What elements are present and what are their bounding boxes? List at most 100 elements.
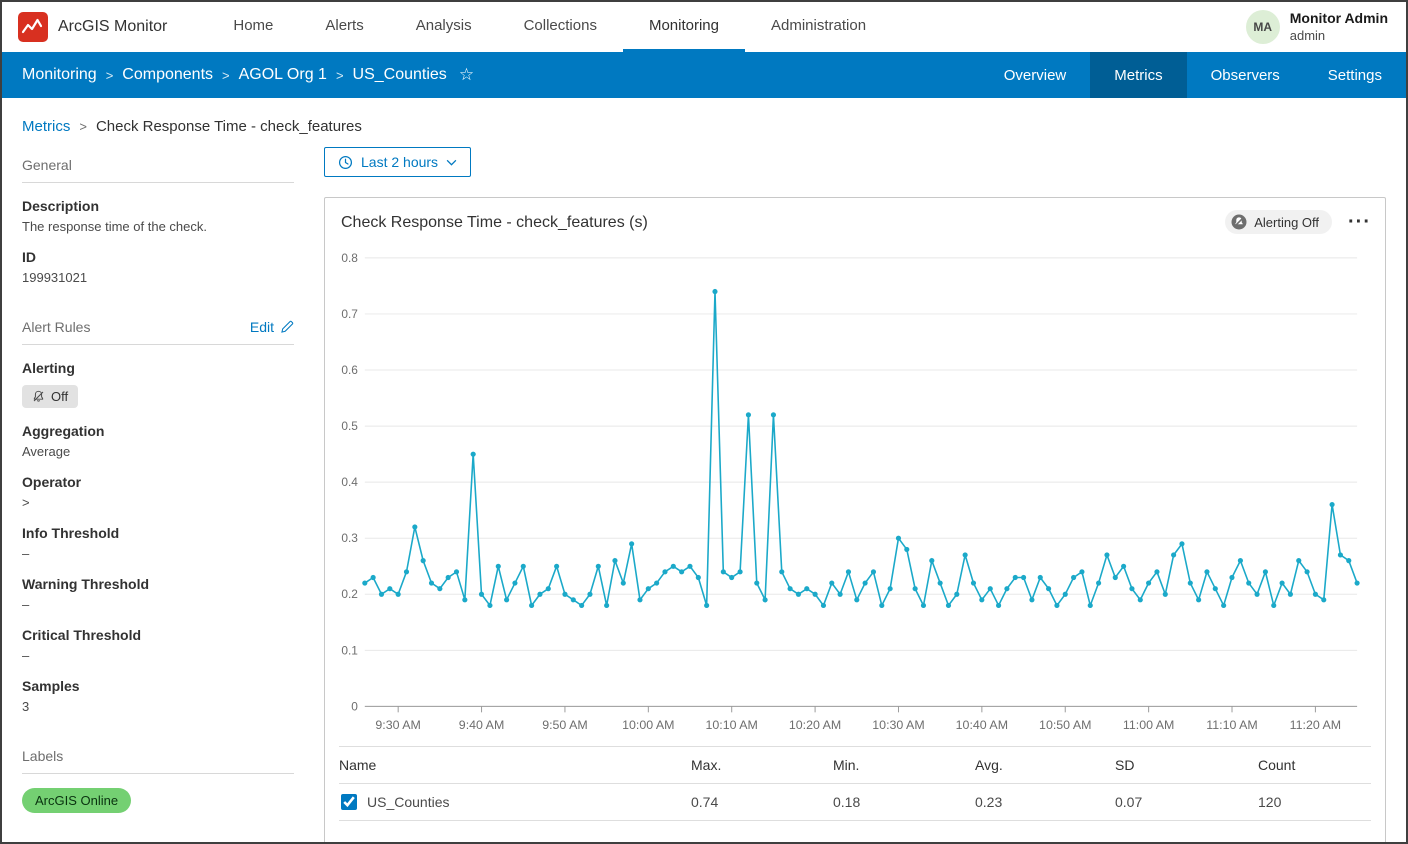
column-max: Max.	[691, 757, 833, 773]
row-max: 0.74	[691, 794, 833, 810]
svg-text:11:20 AM: 11:20 AM	[1290, 718, 1341, 732]
tab-metrics[interactable]: Metrics	[1090, 52, 1186, 98]
svg-text:0: 0	[351, 699, 358, 713]
row-min: 0.18	[833, 794, 975, 810]
svg-text:10:30 AM: 10:30 AM	[872, 718, 924, 732]
row-name: US_Counties	[367, 794, 450, 810]
tab-observers[interactable]: Observers	[1187, 52, 1304, 98]
favorite-star-icon[interactable]: ☆	[459, 65, 474, 85]
nav-item-home[interactable]: Home	[207, 2, 299, 52]
samples-label: Samples	[22, 678, 294, 694]
warning-threshold-label: Warning Threshold	[22, 576, 294, 592]
operator-label: Operator	[22, 474, 294, 490]
row-sd: 0.07	[1115, 794, 1258, 810]
tab-settings[interactable]: Settings	[1304, 52, 1406, 98]
bell-off-circle-icon	[1231, 214, 1247, 230]
svg-text:10:40 AM: 10:40 AM	[956, 718, 1008, 732]
critical-threshold-label: Critical Threshold	[22, 627, 294, 643]
nav-item-monitoring[interactable]: Monitoring	[623, 2, 745, 52]
edit-alert-rules-link[interactable]: Edit	[250, 319, 294, 335]
id-label: ID	[22, 249, 294, 265]
column-sd: SD	[1115, 757, 1258, 773]
svg-text:0.3: 0.3	[341, 531, 358, 545]
breadcrumb-separator-icon: >	[336, 68, 344, 83]
nav-item-collections[interactable]: Collections	[498, 2, 623, 52]
chevron-down-icon	[446, 159, 457, 166]
svg-text:0.5: 0.5	[341, 419, 358, 433]
time-range-button[interactable]: Last 2 hours	[324, 147, 471, 177]
breadcrumb-components[interactable]: Components	[122, 66, 213, 84]
page-breadcrumb: Metrics > Check Response Time - check_fe…	[2, 98, 1406, 135]
aggregation-value: Average	[22, 444, 294, 459]
chart-card-header: Check Response Time - check_features (s)…	[339, 210, 1371, 234]
tab-overview[interactable]: Overview	[980, 52, 1091, 98]
svg-text:0.2: 0.2	[341, 587, 358, 601]
column-name: Name	[339, 757, 691, 773]
stats-table-header: Name Max. Min. Avg. SD Count	[339, 746, 1371, 783]
alerting-label: Alerting	[22, 360, 294, 376]
description-value: The response time of the check.	[22, 219, 294, 234]
more-options-button[interactable]: ···	[1348, 212, 1371, 232]
pencil-icon	[280, 320, 294, 334]
clock-icon	[338, 155, 353, 170]
main-nav: Home Alerts Analysis Collections Monitor…	[207, 2, 892, 52]
info-threshold-value: –	[22, 546, 294, 561]
label-arcgis-online: ArcGIS Online	[22, 788, 131, 813]
operator-value: >	[22, 495, 294, 510]
brand-name: ArcGIS Monitor	[58, 18, 167, 36]
section-related: Related	[22, 837, 294, 844]
id-value: 199931021	[22, 270, 294, 285]
description-label: Description	[22, 198, 294, 214]
info-threshold-label: Info Threshold	[22, 525, 294, 541]
field-info-threshold: Info Threshold –	[22, 525, 294, 561]
svg-text:11:10 AM: 11:10 AM	[1206, 718, 1257, 732]
bell-off-icon	[32, 390, 45, 403]
alerting-field: Alerting Off	[22, 360, 294, 408]
column-avg: Avg.	[975, 757, 1115, 773]
edit-label: Edit	[250, 319, 274, 335]
aggregation-label: Aggregation	[22, 423, 294, 439]
nav-item-analysis[interactable]: Analysis	[390, 2, 498, 52]
alerting-off-badge: Off	[22, 385, 78, 408]
breadcrumb-us-counties[interactable]: US_Counties	[353, 66, 447, 84]
time-range-label: Last 2 hours	[361, 154, 438, 170]
svg-text:0.7: 0.7	[341, 307, 358, 321]
row-checkbox[interactable]	[341, 794, 357, 810]
field-aggregation: Aggregation Average	[22, 423, 294, 459]
nav-item-alerts[interactable]: Alerts	[299, 2, 389, 52]
svg-text:10:10 AM: 10:10 AM	[706, 718, 758, 732]
svg-text:9:40 AM: 9:40 AM	[459, 718, 504, 732]
details-sidebar: General Description The response time of…	[22, 147, 294, 844]
section-general-heading: General	[22, 157, 72, 173]
svg-text:10:00 AM: 10:00 AM	[622, 718, 674, 732]
row-avg: 0.23	[975, 794, 1115, 810]
table-row: US_Counties 0.74 0.18 0.23 0.07 120	[339, 783, 1371, 821]
user-menu[interactable]: MA Monitor Admin admin	[1246, 9, 1388, 44]
section-general: General	[22, 147, 294, 183]
svg-text:0.8: 0.8	[341, 251, 358, 265]
response-time-chart: 00.10.20.30.40.50.60.70.89:30 AM9:40 AM9…	[339, 242, 1371, 744]
chart-card: Check Response Time - check_features (s)…	[324, 197, 1386, 844]
warning-threshold-value: –	[22, 597, 294, 612]
alerting-off-pill-label: Alerting Off	[1254, 215, 1319, 230]
samples-value: 3	[22, 699, 294, 714]
svg-text:0.6: 0.6	[341, 363, 358, 377]
avatar: MA	[1246, 10, 1280, 44]
context-tabs: Overview Metrics Observers Settings	[980, 52, 1406, 98]
app-window: ArcGIS Monitor Home Alerts Analysis Coll…	[0, 0, 1408, 844]
id-field: ID 199931021	[22, 249, 294, 285]
row-count: 120	[1258, 794, 1371, 810]
section-labels: Labels	[22, 738, 294, 774]
field-critical-threshold: Critical Threshold –	[22, 627, 294, 663]
section-alert-rules-heading: Alert Rules	[22, 319, 90, 335]
brand[interactable]: ArcGIS Monitor	[18, 12, 167, 42]
breadcrumb-agol-org-1[interactable]: AGOL Org 1	[239, 66, 327, 84]
metrics-back-link[interactable]: Metrics	[22, 118, 70, 135]
breadcrumb-monitoring[interactable]: Monitoring	[22, 66, 97, 84]
section-alert-rules: Alert Rules Edit	[22, 309, 294, 345]
svg-text:9:30 AM: 9:30 AM	[375, 718, 420, 732]
nav-item-administration[interactable]: Administration	[745, 2, 892, 52]
user-role: admin	[1290, 28, 1388, 45]
context-breadcrumb: Monitoring > Components > AGOL Org 1 > U…	[2, 52, 474, 98]
field-samples: Samples 3	[22, 678, 294, 714]
